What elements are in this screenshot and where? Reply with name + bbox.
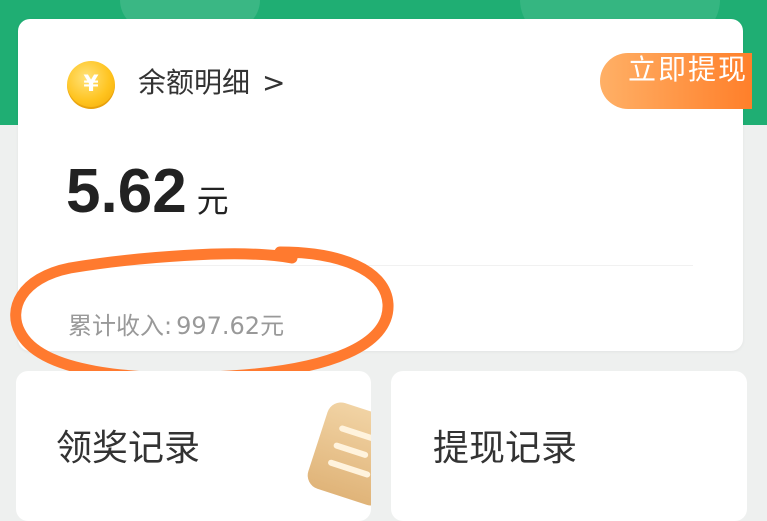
reward-records-card[interactable]: 领奖记录 <box>16 371 371 521</box>
balance-card: ¥ 余额明细 > 立即提现 5.62 元 累计收入: 997.62元 <box>18 19 752 351</box>
yuan-coin-icon: ¥ <box>67 61 115 109</box>
total-income: 累计收入: 997.62元 <box>68 309 284 343</box>
withdraw-records-card[interactable]: 提现记录 <box>391 371 747 521</box>
withdraw-now-button[interactable]: 立即提现 <box>600 53 752 109</box>
chevron-right-icon: > <box>262 66 286 99</box>
divider <box>68 265 693 266</box>
balance-amount: 5.62 元 <box>66 157 229 227</box>
clipboard-icon <box>304 398 371 510</box>
total-income-label: 累计收入: <box>68 312 173 340</box>
balance-detail-label: 余额明细 <box>138 66 251 99</box>
balance-detail-link[interactable]: 余额明细 > <box>138 63 285 103</box>
withdraw-records-label: 提现记录 <box>433 428 578 469</box>
balance-amount-value: 5.62 <box>66 157 187 226</box>
balance-amount-unit: 元 <box>196 182 229 220</box>
total-income-value: 997.62元 <box>176 312 285 340</box>
reward-records-label: 领奖记录 <box>56 428 201 469</box>
